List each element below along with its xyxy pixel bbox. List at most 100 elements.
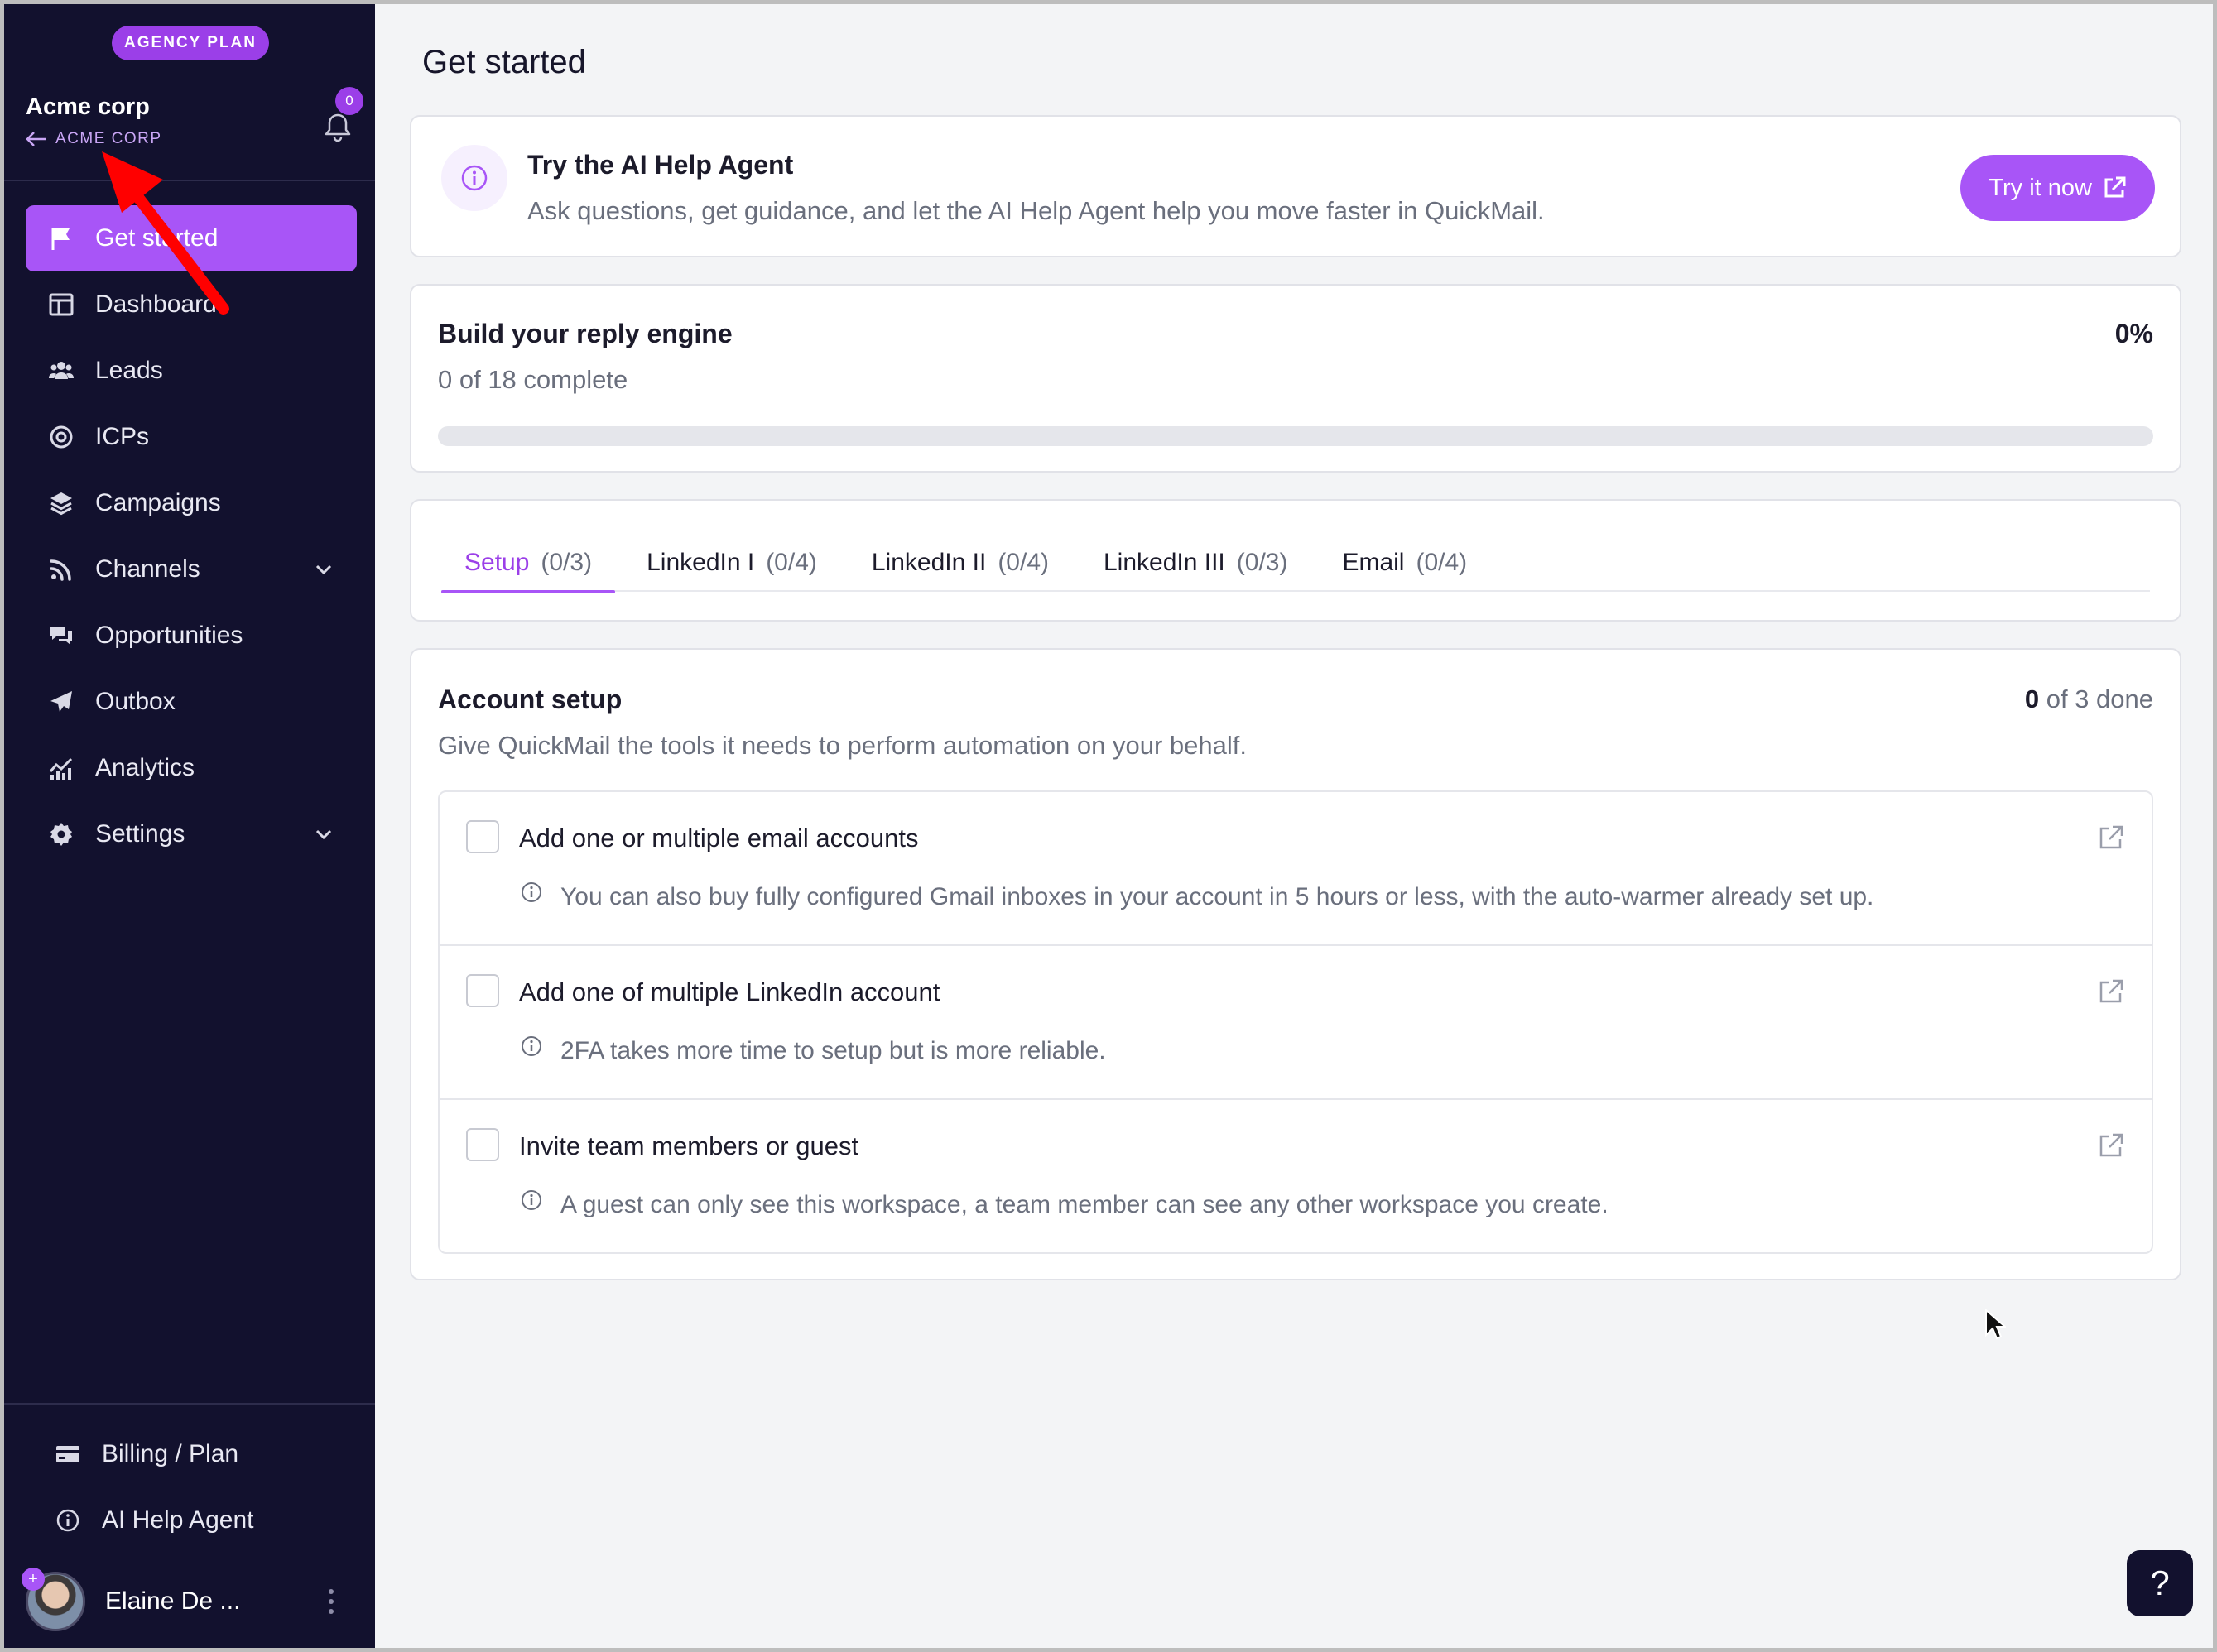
task-note: 2FA takes more time to setup but is more… <box>560 1037 1106 1064</box>
tab-linkedin-3[interactable]: LinkedIn III (0/3) <box>1080 534 1310 592</box>
sidebar-item-leads[interactable]: Leads <box>26 338 357 404</box>
sidebar-item-outbox[interactable]: Outbox <box>26 669 357 735</box>
avatar-add-badge[interactable]: + <box>22 1568 45 1591</box>
sidebar-item-label: Get started <box>95 224 219 252</box>
analytics-icon <box>47 754 75 782</box>
page-title: Get started <box>422 44 586 80</box>
tab-count: (0/4) <box>1416 549 1468 576</box>
avatar[interactable]: + <box>22 1568 85 1631</box>
tab-linkedin-1[interactable]: LinkedIn I (0/4) <box>623 534 840 592</box>
checklist-tabs: Setup (0/3) LinkedIn I (0/4) LinkedIn II… <box>441 534 2150 593</box>
external-link-icon <box>2104 176 2126 198</box>
sidebar-item-label: Channels <box>95 555 200 583</box>
ai-card-description: Ask questions, get guidance, and let the… <box>527 196 1545 225</box>
progress-bar <box>438 426 2153 446</box>
external-link-icon[interactable] <box>2097 1131 2125 1160</box>
arrow-left-icon <box>26 132 46 146</box>
external-link-icon[interactable] <box>2097 824 2125 852</box>
sidebar-divider <box>4 180 375 181</box>
org-back-link[interactable]: ACME CORP <box>26 130 162 148</box>
list-item: Add one of multiple LinkedIn account 2FA… <box>440 946 2152 1100</box>
list-item: Invite team members or guest A guest can… <box>440 1100 2152 1252</box>
bell-icon[interactable] <box>324 112 352 143</box>
sidebar-item-label: Billing / Plan <box>102 1440 239 1467</box>
task-list: Add one or multiple email accounts You c… <box>438 790 2153 1254</box>
task-note: A guest can only see this workspace, a t… <box>560 1191 1609 1218</box>
chat-icon <box>47 622 75 650</box>
external-link-icon[interactable] <box>2097 977 2125 1006</box>
sidebar-item-settings[interactable]: Settings <box>26 801 357 867</box>
task-checkbox[interactable] <box>466 974 499 1007</box>
tab-label: Setup <box>464 549 530 576</box>
tab-count: (0/3) <box>1236 549 1288 576</box>
credit-card-icon <box>54 1440 82 1468</box>
help-button[interactable]: ? <box>2127 1550 2193 1616</box>
sidebar-item-channels[interactable]: Channels <box>26 536 357 603</box>
app-window: AGENCY PLAN Acme corp ACME CORP 0 Get st… <box>4 4 2213 1648</box>
tab-linkedin-2[interactable]: LinkedIn II (0/4) <box>849 534 1072 592</box>
sidebar-nav: Get started Dashboard Leads ICPs Campaig… <box>26 205 357 867</box>
tabs-card: Setup (0/3) LinkedIn I (0/4) LinkedIn II… <box>410 499 2181 622</box>
dashboard-icon <box>47 291 75 319</box>
plan-badge: AGENCY PLAN <box>112 26 269 60</box>
progress-title: Build your reply engine <box>438 319 733 348</box>
org-back-label: ACME CORP <box>55 130 162 147</box>
done-count-suffix: of 3 done <box>2039 684 2153 713</box>
try-it-now-button[interactable]: Try it now <box>1960 155 2155 221</box>
sidebar-item-billing[interactable]: Billing / Plan <box>26 1421 357 1487</box>
chevron-down-icon[interactable] <box>312 823 335 846</box>
sidebar-item-ai-help[interactable]: AI Help Agent <box>26 1487 357 1554</box>
tab-label: LinkedIn III <box>1104 549 1225 576</box>
mouse-cursor-icon <box>1985 1309 2006 1340</box>
kebab-menu-icon[interactable] <box>327 1587 335 1616</box>
tab-count: (0/4) <box>766 549 817 576</box>
info-icon <box>441 145 507 211</box>
gear-icon <box>47 820 75 848</box>
tab-label: LinkedIn II <box>871 549 987 576</box>
done-count-number: 0 <box>2024 684 2040 713</box>
sidebar-item-opportunities[interactable]: Opportunities <box>26 603 357 669</box>
sidebar-item-label: Outbox <box>95 688 176 715</box>
sidebar-item-dashboard[interactable]: Dashboard <box>26 271 357 338</box>
list-item: Add one or multiple email accounts You c… <box>440 792 2152 946</box>
task-checkbox[interactable] <box>466 1128 499 1161</box>
sidebar-item-label: AI Help Agent <box>102 1506 254 1534</box>
sidebar: AGENCY PLAN Acme corp ACME CORP 0 Get st… <box>4 4 375 1648</box>
tab-email[interactable]: Email (0/4) <box>1319 534 1490 592</box>
tab-count: (0/4) <box>998 549 1049 576</box>
task-note: You can also buy fully configured Gmail … <box>560 883 1874 910</box>
progress-subtitle: 0 of 18 complete <box>438 365 628 394</box>
progress-percent: 0% <box>2114 319 2153 348</box>
sidebar-item-label: Leads <box>95 357 163 384</box>
org-name: Acme corp <box>26 94 150 120</box>
sidebar-item-analytics[interactable]: Analytics <box>26 735 357 801</box>
try-it-now-label: Try it now <box>1989 174 2092 201</box>
task-checkbox[interactable] <box>466 820 499 853</box>
flag-icon <box>47 224 75 252</box>
sidebar-item-icps[interactable]: ICPs <box>26 404 357 470</box>
target-icon <box>47 423 75 451</box>
info-icon <box>522 1036 541 1056</box>
task-title: Invite team members or guest <box>519 1131 859 1160</box>
chevron-down-icon[interactable] <box>312 558 335 581</box>
task-title: Add one or multiple email accounts <box>519 824 919 852</box>
info-icon <box>522 882 541 902</box>
info-icon <box>522 1190 541 1210</box>
sidebar-item-label: Settings <box>95 820 185 848</box>
users-icon <box>47 357 75 385</box>
rss-icon <box>47 555 75 583</box>
sidebar-item-label: ICPs <box>95 423 150 450</box>
task-title: Add one of multiple LinkedIn account <box>519 977 940 1006</box>
user-name: Elaine De ... <box>105 1587 241 1615</box>
sidebar-item-get-started[interactable]: Get started <box>26 205 357 271</box>
sidebar-bottom-nav: Billing / Plan AI Help Agent <box>26 1421 357 1554</box>
tab-label: Email <box>1342 549 1405 576</box>
setup-subtitle: Give QuickMail the tools it needs to per… <box>438 731 1247 760</box>
user-menu[interactable]: + Elaine De ... <box>22 1568 357 1635</box>
sidebar-item-label: Opportunities <box>95 622 243 649</box>
tab-count: (0/3) <box>541 549 593 576</box>
tab-setup[interactable]: Setup (0/3) <box>441 534 616 593</box>
sidebar-item-label: Dashboard <box>95 291 217 318</box>
sidebar-item-campaigns[interactable]: Campaigns <box>26 470 357 536</box>
reply-engine-progress-card: Build your reply engine 0 of 18 complete… <box>410 284 2181 473</box>
